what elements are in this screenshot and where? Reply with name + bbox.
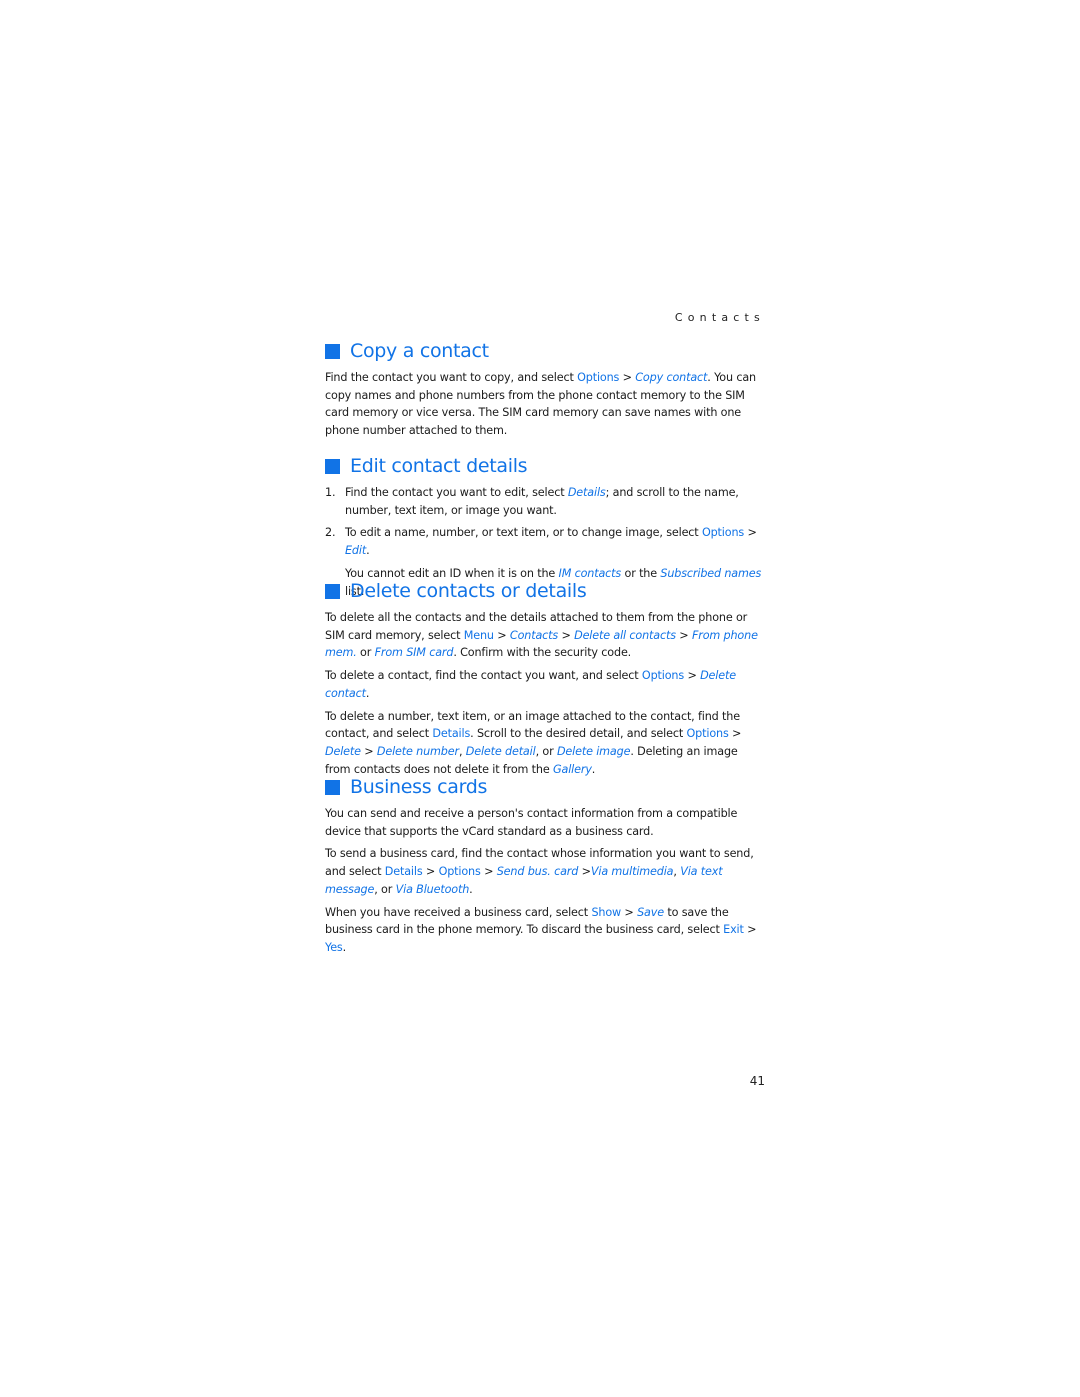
section-heading: Edit contact details <box>325 454 765 478</box>
step-number: 1. <box>325 486 336 499</box>
section-delete-contacts: Delete contacts or details To delete all… <box>325 579 765 783</box>
menu-option: Edit <box>345 544 367 558</box>
text: > <box>728 727 742 741</box>
menu-option: From SIM card <box>374 646 454 660</box>
menu-command: Options <box>438 865 481 879</box>
menu-option: Save <box>637 905 664 919</box>
step-item: 2. To edit a name, number, or text item, … <box>325 524 765 559</box>
text: > <box>744 526 757 540</box>
text: . <box>365 686 370 700</box>
text: > <box>619 371 636 384</box>
text: > <box>578 865 591 879</box>
menu-option: IM contacts <box>558 566 622 580</box>
menu-option: Delete all contacts <box>574 628 676 642</box>
menu-option: Delete detail <box>465 744 536 758</box>
blue-square-bullet-icon <box>325 343 340 359</box>
text: To delete a contact, find the contact yo… <box>325 669 642 683</box>
menu-command: Details <box>432 727 471 741</box>
text: . Confirm with the security code. <box>453 646 632 660</box>
menu-command: Menu <box>463 628 494 642</box>
menu-option: Contacts <box>509 628 559 642</box>
text: You cannot edit an ID when it is on the <box>345 566 559 580</box>
blue-square-bullet-icon <box>325 583 340 599</box>
step-number: 2. <box>325 526 336 540</box>
menu-option: Via multimedia <box>590 865 674 879</box>
text: > <box>360 744 377 758</box>
menu-command: Exit <box>723 923 744 937</box>
text: , <box>458 744 466 758</box>
menu-option: Copy contact <box>635 371 708 384</box>
text: When you have received a business card, … <box>325 905 592 919</box>
section-heading: Business cards <box>325 775 765 799</box>
text: . <box>591 762 596 776</box>
text: > <box>558 628 575 642</box>
text: > <box>422 865 439 879</box>
section-business-cards: Business cards You can send and receive … <box>325 775 765 962</box>
section-title: Edit contact details <box>350 455 528 477</box>
menu-option: Subscribed names <box>660 566 762 580</box>
text: > <box>675 628 692 642</box>
paragraph: You can send and receive a person's cont… <box>325 805 765 840</box>
text: Find the contact you want to copy, and s… <box>325 371 578 384</box>
text: To edit a name, number, or text item, or… <box>345 526 702 540</box>
text: . Scroll to the desired detail, and sele… <box>470 727 687 741</box>
paragraph: To send a business card, find the contac… <box>325 845 765 898</box>
text: > <box>493 628 510 642</box>
text: . <box>366 544 370 558</box>
menu-command: Options <box>641 669 685 683</box>
text: , or <box>374 882 396 896</box>
section-title: Copy a contact <box>350 340 489 362</box>
text: > <box>621 905 638 919</box>
section-title: Delete contacts or details <box>350 580 587 602</box>
text: > <box>684 669 701 683</box>
menu-option: Delete <box>325 744 361 758</box>
steps-list: 1. Find the contact you want to edit, sel… <box>325 484 765 560</box>
paragraph: Find the contact you want to copy, and s… <box>325 369 765 440</box>
menu-command: Yes <box>325 940 343 954</box>
menu-command: Details <box>384 865 423 879</box>
paragraph: To delete a contact, find the contact yo… <box>325 667 765 702</box>
text: or the <box>621 566 661 580</box>
blue-square-bullet-icon <box>325 779 340 795</box>
text: . <box>342 940 347 954</box>
section-heading: Copy a contact <box>325 339 765 363</box>
menu-option: Delete number <box>376 744 459 758</box>
section-heading: Delete contacts or details <box>325 579 765 603</box>
text: Find the contact you want to edit, selec… <box>345 486 568 499</box>
menu-option: Gallery <box>553 762 592 776</box>
menu-command: Options <box>701 526 745 540</box>
menu-option: Details <box>567 486 606 499</box>
text: or <box>356 646 375 660</box>
step-item: 1. Find the contact you want to edit, sel… <box>325 484 765 519</box>
text: . <box>469 882 473 896</box>
menu-command: Options <box>686 727 729 741</box>
menu-option: Send bus. card <box>496 865 579 879</box>
text: > <box>743 923 757 937</box>
menu-option: Delete image <box>556 744 631 758</box>
paragraph: When you have received a business card, … <box>325 904 765 957</box>
section-copy-contact: Copy a contact Find the contact you want… <box>325 339 765 445</box>
menu-command: Show <box>591 905 622 919</box>
paragraph: To delete all the contacts and the detai… <box>325 609 765 662</box>
blue-square-bullet-icon <box>325 458 340 474</box>
text: You can send and receive a person's cont… <box>325 807 738 838</box>
running-head: Contacts <box>674 311 765 324</box>
paragraph: To delete a number, text item, or an ima… <box>325 708 765 779</box>
section-title: Business cards <box>350 776 488 798</box>
text: , or <box>535 744 557 758</box>
menu-option: Via Bluetooth <box>395 882 470 896</box>
menu-command: Options <box>577 371 620 384</box>
page-number: 41 <box>749 1074 765 1088</box>
text: > <box>480 865 497 879</box>
